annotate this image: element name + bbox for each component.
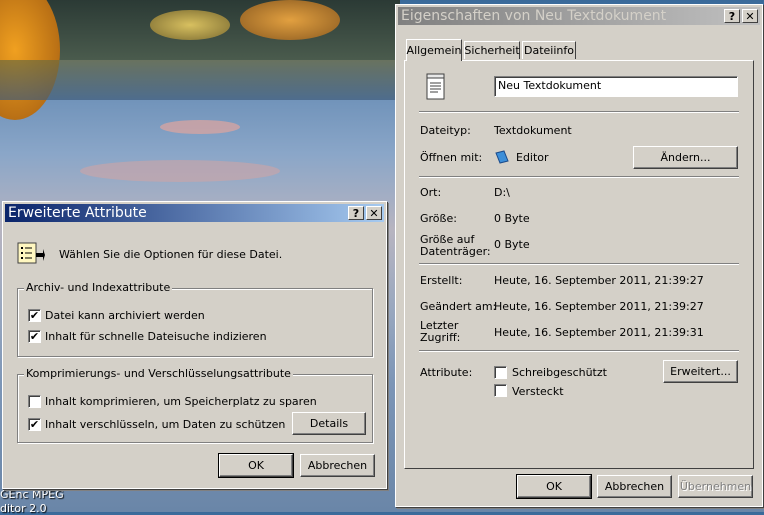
properties-titlebar[interactable]: Eigenschaften von Neu Textdokument ? ✕ [398, 7, 760, 25]
compression-encryption-group: Komprimierungs- und Verschlüsselungsattr… [17, 367, 373, 443]
file-type-label: Dateityp: [420, 124, 471, 137]
dialog-title: Erweiterte Attribute [8, 205, 147, 221]
readonly-checkbox[interactable] [494, 366, 507, 379]
window-title: Eigenschaften von Neu Textdokument [401, 8, 667, 24]
tab-panel: Neu Textdokument Dateityp: Textdokument … [404, 60, 754, 469]
extended-attributes-dialog: Erweiterte Attribute ? ✕ Wählen Sie die … [2, 201, 387, 489]
size-on-disk-value: 0 Byte [494, 238, 530, 251]
intro-text: Wählen Sie die Optionen für diese Datei. [59, 248, 283, 261]
wallpaper-tree [240, 0, 340, 40]
ok-button[interactable]: OK [218, 453, 294, 478]
created-label: Erstellt: [420, 274, 463, 287]
hidden-label: Versteckt [512, 385, 564, 398]
properties-window: Eigenschaften von Neu Textdokument ? ✕ A… [395, 4, 763, 507]
archive-label: Datei kann archiviert werden [45, 309, 205, 322]
size-on-disk-label: Datenträger: [420, 245, 491, 258]
size-label: Größe: [420, 212, 457, 225]
divider [419, 176, 739, 178]
advanced-button[interactable]: Erweitert... [663, 360, 738, 383]
file-type-value: Textdokument [494, 124, 572, 137]
open-with-value: Editor [516, 151, 549, 164]
modified-value: Heute, 16. September 2011, 21:39:27 [494, 300, 704, 313]
extended-attributes-titlebar[interactable]: Erweiterte Attribute ? ✕ [5, 204, 384, 222]
tab-dateiinfo[interactable]: Dateiinfo [522, 41, 576, 59]
details-button[interactable]: Details [292, 412, 366, 435]
text-document-icon [426, 73, 445, 100]
help-button[interactable]: ? [724, 9, 740, 23]
ok-button[interactable]: OK [516, 474, 592, 499]
encrypt-checkbox[interactable]: ✔ [28, 418, 41, 431]
desktop-icon-label[interactable]: GEnc MPEG [0, 488, 64, 501]
index-checkbox[interactable]: ✔ [28, 330, 41, 343]
apply-button[interactable]: Übernehmen [678, 475, 753, 498]
divider [419, 263, 739, 265]
change-button[interactable]: Ändern... [633, 146, 738, 169]
index-label: Inhalt für schnelle Dateisuche indiziere… [45, 330, 267, 343]
attributes-label: Attribute: [420, 366, 473, 379]
desktop-icon-label[interactable]: ditor 2.0 [0, 502, 47, 515]
open-with-label: Öffnen mit: [420, 151, 483, 164]
size-value: 0 Byte [494, 212, 530, 225]
tab-allgemein[interactable]: Allgemein [406, 39, 462, 61]
editor-icon [495, 150, 509, 164]
filename-field[interactable]: Neu Textdokument [494, 76, 738, 97]
encrypt-label: Inhalt verschlüsseln, um Daten zu schütz… [45, 418, 286, 431]
wallpaper-cloud [80, 160, 280, 182]
wallpaper-tree [150, 10, 230, 40]
location-value: D:\ [494, 186, 510, 199]
archive-index-group: Archiv- und Indexattribute ✔ Datei kann … [17, 281, 373, 357]
divider [419, 111, 739, 113]
tab-sicherheit[interactable]: Sicherheit [464, 41, 520, 59]
compress-checkbox[interactable] [28, 395, 41, 408]
archive-checkbox[interactable]: ✔ [28, 309, 41, 322]
last-access-label: Zugriff: [420, 331, 461, 344]
group-legend: Komprimierungs- und Verschlüsselungsattr… [24, 367, 293, 380]
wallpaper-reflection [0, 60, 400, 100]
cancel-button[interactable]: Abbrechen [300, 454, 375, 477]
created-value: Heute, 16. September 2011, 21:39:27 [494, 274, 704, 287]
help-button[interactable]: ? [348, 206, 364, 220]
compress-label: Inhalt komprimieren, um Speicherplatz zu… [45, 395, 317, 408]
close-button[interactable]: ✕ [742, 9, 758, 23]
modified-label: Geändert am: [420, 300, 497, 313]
last-access-value: Heute, 16. September 2011, 21:39:31 [494, 326, 704, 339]
close-button[interactable]: ✕ [366, 206, 382, 220]
divider [419, 350, 739, 352]
hidden-checkbox[interactable] [494, 384, 507, 397]
readonly-label: Schreibgeschützt [512, 366, 607, 379]
group-legend: Archiv- und Indexattribute [24, 281, 173, 294]
attributes-list-icon [17, 242, 45, 264]
location-label: Ort: [420, 186, 442, 199]
wallpaper-cloud [160, 120, 240, 134]
cancel-button[interactable]: Abbrechen [597, 475, 672, 498]
